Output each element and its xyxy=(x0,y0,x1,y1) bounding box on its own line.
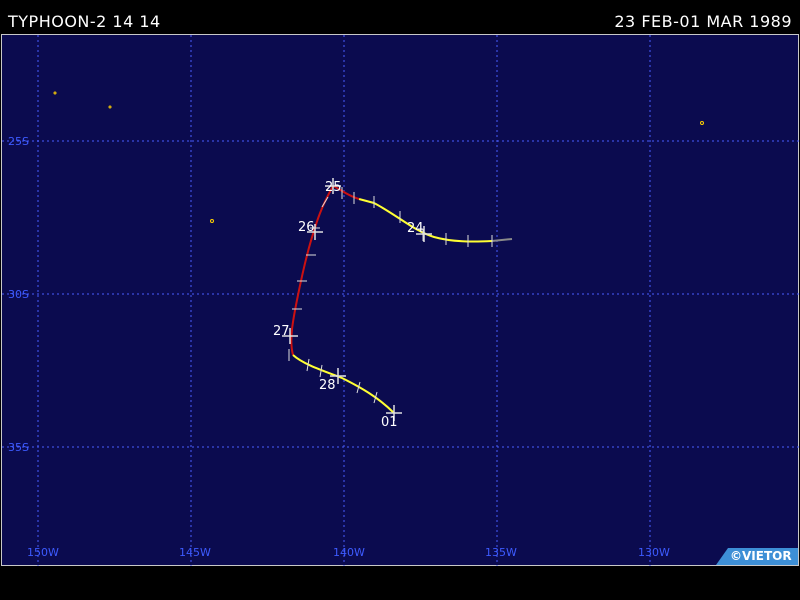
graticule xyxy=(2,35,800,567)
lat-label-25s: 25S xyxy=(8,135,29,148)
credit-text: ©VIETOR xyxy=(730,549,792,563)
day-label-25: 25 xyxy=(325,180,342,195)
lon-label-150w: 150W xyxy=(27,546,59,559)
island xyxy=(53,91,57,95)
day-label-26: 26 xyxy=(298,220,315,235)
lon-label-130w: 130W xyxy=(638,546,670,559)
lon-label-140w: 140W xyxy=(333,546,365,559)
track-typhoon xyxy=(290,184,360,356)
lat-label-30s: 30S xyxy=(8,288,29,301)
track-extratropical-segment xyxy=(491,238,513,242)
island xyxy=(210,219,214,223)
day-label-28: 28 xyxy=(319,378,336,393)
lon-label-135w: 135W xyxy=(485,546,517,559)
lat-label-35s: 35S xyxy=(8,441,29,454)
title-bar: TYPHOON-2 14 14 23 FEB-01 MAR 1989 xyxy=(0,0,800,34)
map-canvas: 25S 30S 35S 150W 145W 140W 135W 130W 24 … xyxy=(2,35,800,567)
date-range: 23 FEB-01 MAR 1989 xyxy=(614,12,792,31)
track-tick xyxy=(321,196,329,208)
track-tropical-storm-early xyxy=(358,198,493,243)
track-map: 25S 30S 35S 150W 145W 140W 135W 130W 24 … xyxy=(1,34,800,567)
day-label-27: 27 xyxy=(273,324,290,339)
bottom-bar xyxy=(0,566,800,600)
lon-label-145w: 145W xyxy=(179,546,211,559)
island xyxy=(700,121,704,125)
credit-badge: ©VIETOR xyxy=(716,548,798,565)
storm-name: TYPHOON-2 14 14 xyxy=(8,12,161,31)
day-label-24: 24 xyxy=(407,221,424,236)
island xyxy=(108,105,112,109)
day-label-01: 01 xyxy=(381,415,398,430)
